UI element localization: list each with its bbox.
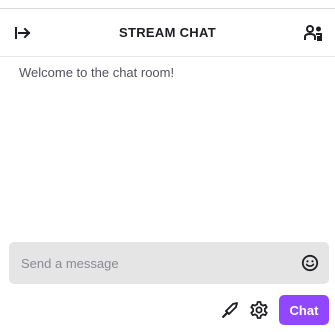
community-users-icon [304,25,322,41]
chat-settings-button[interactable] [245,296,273,324]
chat-header: STREAM CHAT [0,9,335,57]
stream-chat-panel: STREAM CHAT Welcome to the chat room! Se… [0,0,335,332]
send-chat-button[interactable]: Chat [279,295,329,325]
message-composer [9,242,329,284]
community-button[interactable] [300,19,328,47]
gear-icon [250,301,268,319]
emoji-picker-button[interactable] [296,249,324,277]
message-input[interactable] [9,242,289,284]
sword-bits-icon [222,302,238,318]
welcome-message: Welcome to the chat room! [19,65,175,80]
chat-messages: Welcome to the chat room! [0,57,335,237]
header-title: STREAM CHAT [119,25,216,40]
bits-button[interactable] [216,296,244,324]
smiley-emoji-icon [301,254,319,272]
